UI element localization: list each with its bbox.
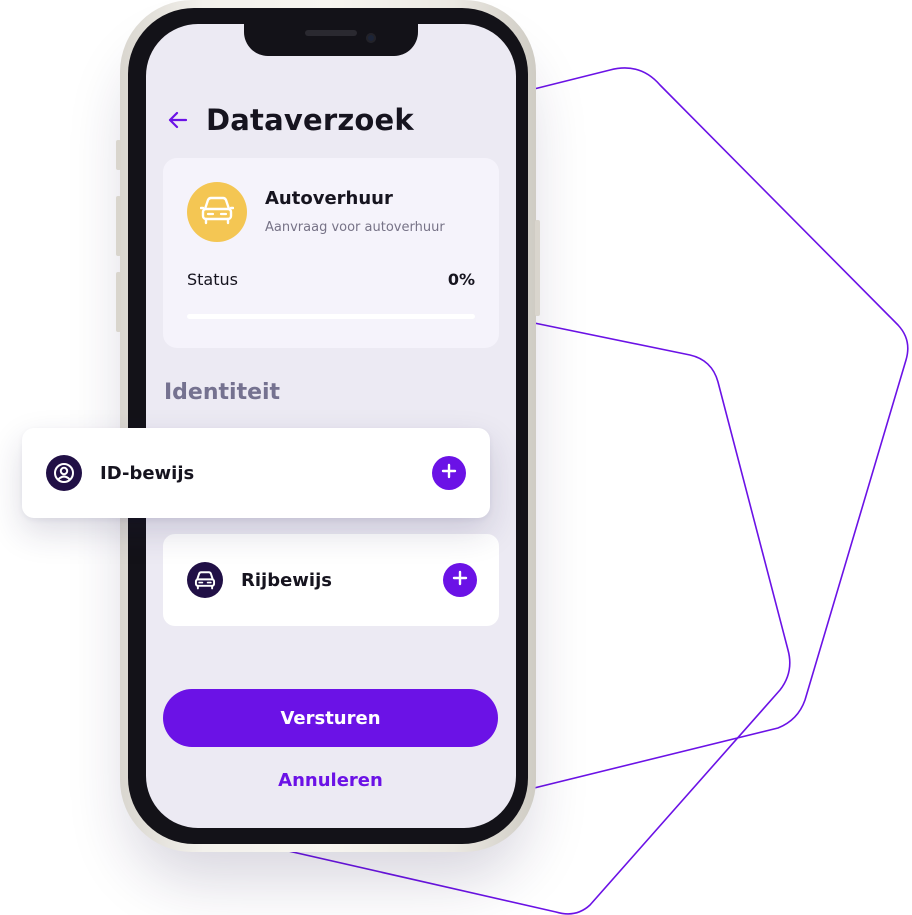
status-value: 0% [447, 270, 475, 289]
document-card-rijbewijs[interactable]: Rijbewijs [163, 534, 499, 626]
status-label: Status [187, 270, 238, 289]
arrow-left-icon[interactable] [166, 108, 190, 132]
front-camera [366, 33, 376, 43]
phone-notch [244, 22, 418, 56]
document-card-id-bewijs[interactable]: ID-bewijs [22, 428, 490, 518]
add-id-bewijs-button[interactable] [432, 456, 466, 490]
section-heading-identiteit: Identiteit [164, 380, 281, 405]
user-circle-icon [46, 455, 82, 491]
phone-volume-down-button [116, 272, 121, 332]
phone-side-button [116, 140, 121, 170]
annuleren-link[interactable]: Annuleren [163, 770, 498, 791]
request-title: Autoverhuur [265, 188, 393, 209]
request-card: Autoverhuur Aanvraag voor autoverhuur St… [163, 158, 499, 348]
status-progress-bar [187, 314, 475, 319]
stage: Dataverzoek Autoverhuur Aanvraag voor au… [0, 0, 912, 915]
page-header: Dataverzoek [166, 100, 414, 140]
car-badge [187, 182, 247, 242]
request-subtitle: Aanvraag voor autoverhuur [265, 220, 445, 235]
document-label: ID-bewijs [100, 462, 195, 484]
car-icon [187, 562, 223, 598]
phone-power-button [535, 220, 540, 316]
versturen-button[interactable]: Versturen [163, 689, 498, 747]
plus-icon [452, 570, 468, 590]
phone-volume-up-button [116, 196, 121, 256]
plus-icon [441, 463, 457, 483]
speaker-grille [305, 30, 357, 36]
document-label: Rijbewijs [241, 569, 332, 591]
add-rijbewijs-button[interactable] [443, 563, 477, 597]
phone-screen: Dataverzoek Autoverhuur Aanvraag voor au… [146, 22, 516, 828]
car-icon [199, 195, 235, 229]
page-title: Dataverzoek [206, 103, 414, 137]
